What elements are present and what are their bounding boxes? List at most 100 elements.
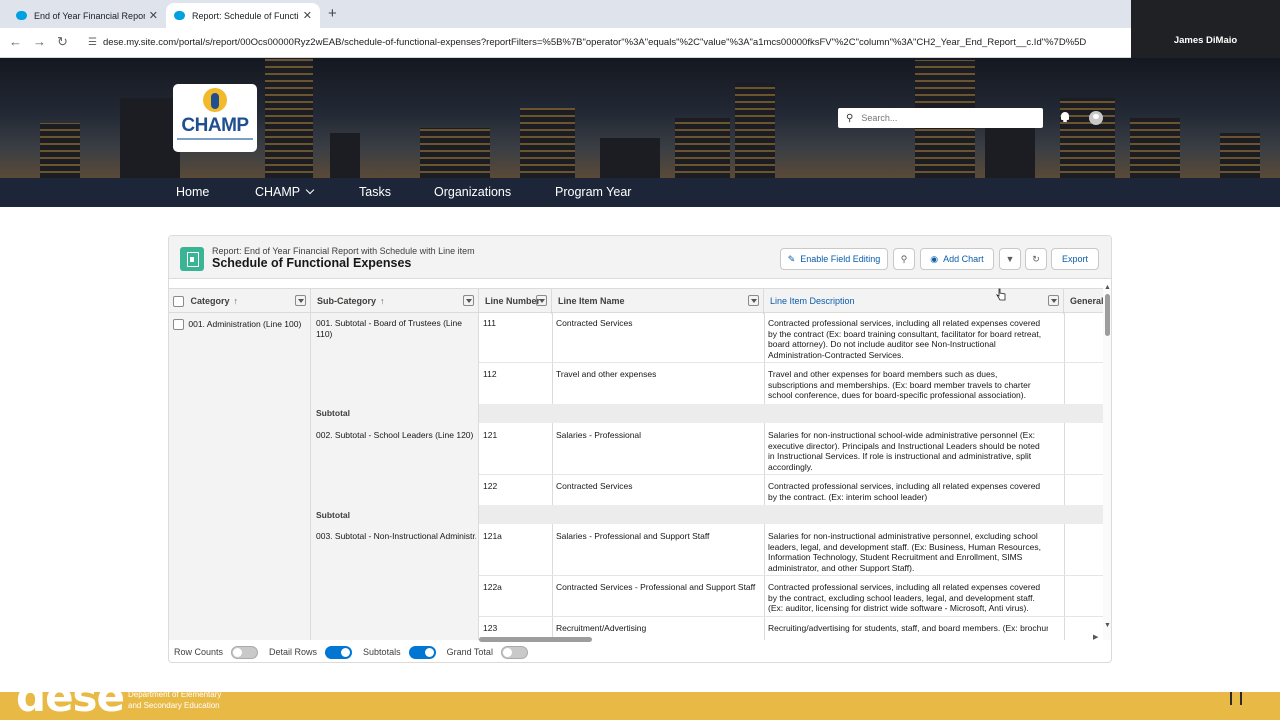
sort-ascending-icon: ↑ <box>380 296 385 306</box>
vertical-scrollbar[interactable]: ▲ ▼ <box>1103 284 1111 640</box>
filter-button[interactable]: ▼ <box>999 248 1021 270</box>
nav-organizations[interactable]: Organizations <box>434 178 511 207</box>
browser-tab-bar: End of Year Financial Report Su ✕ Report… <box>0 0 1131 28</box>
forward-arrow-icon[interactable]: → <box>33 34 46 49</box>
column-header-category[interactable]: Category ↑ <box>169 289 311 314</box>
line-item-description-cell: Contracted professional services, includ… <box>768 582 1041 614</box>
logo-tagline <box>177 138 253 140</box>
champ-logo[interactable]: CHAMP <box>173 84 257 152</box>
search-report-button[interactable]: ⚲ <box>893 248 915 270</box>
column-label: Line Item Name <box>558 296 625 306</box>
report-icon <box>180 247 204 271</box>
row-checkbox[interactable] <box>173 319 184 331</box>
column-menu-icon[interactable] <box>536 295 547 306</box>
subcategory-cell: 001. Subtotal - Board of Trustees (Line … <box>316 318 463 339</box>
toggle-row-counts[interactable]: Row Counts <box>174 645 259 659</box>
toggle-switch[interactable] <box>408 645 436 659</box>
column-menu-icon[interactable] <box>748 295 759 306</box>
toggle-switch[interactable] <box>500 645 528 659</box>
column-header-subcategory[interactable]: Sub-Category ↑ <box>311 289 479 314</box>
dese-logo[interactable]: dese <box>16 692 125 720</box>
category-group-column <box>169 313 311 640</box>
column-menu-icon[interactable] <box>295 295 306 306</box>
line-number-cell: 122 <box>483 481 498 491</box>
nav-champ[interactable]: CHAMP <box>255 178 315 207</box>
line-item-name-cell: Salaries - Professional <box>556 430 642 440</box>
column-menu-icon[interactable] <box>463 295 474 306</box>
column-header-line-number[interactable]: Line Number <box>479 289 552 314</box>
line-item-description-cell: Salaries for non-instructional school-wi… <box>768 430 1040 472</box>
toggle-grand-total[interactable]: Grand Total <box>447 645 528 659</box>
nav-tasks[interactable]: Tasks <box>359 178 391 207</box>
line-number-cell: 111 <box>483 318 496 328</box>
add-chart-label: Add Chart <box>943 254 984 264</box>
main-nav: Home CHAMP Tasks Organizations Program Y… <box>0 178 1280 207</box>
sort-ascending-icon: ↑ <box>233 296 239 306</box>
mouse-pointer-icon <box>996 288 1006 301</box>
close-tab-icon[interactable]: ✕ <box>303 9 312 22</box>
close-tab-icon[interactable]: ✕ <box>149 9 158 22</box>
select-all-checkbox[interactable] <box>173 296 184 308</box>
table-header: Category ↑ Sub-Category ↑ Line Number Line… <box>169 288 1103 314</box>
browser-tab-1[interactable]: End of Year Financial Report Su ✕ <box>8 3 166 28</box>
site-search-input[interactable]: ⚲ Search... <box>838 108 1043 128</box>
dese-org-line-1: Department of Elementary <box>128 692 222 699</box>
notification-bell-icon[interactable] <box>1059 111 1071 123</box>
chevron-down-icon <box>305 185 315 195</box>
column-label: Line Item Description <box>770 296 855 306</box>
scroll-up-arrow-icon[interactable]: ▲ <box>1104 284 1111 291</box>
back-arrow-icon[interactable]: ← <box>9 34 22 49</box>
refresh-button[interactable]: ↻ <box>1025 248 1047 270</box>
subtotal-label: Subtotal <box>316 408 350 418</box>
toggle-detail-rows[interactable]: Detail Rows <box>269 645 353 659</box>
line-item-name-cell: Contracted Services <box>556 318 633 328</box>
url-text: dese.my.site.com/portal/s/report/00Ocs00… <box>102 37 1087 48</box>
filter-icon: ▼ <box>1005 254 1015 264</box>
report-footer-toggles: Row Counts Detail Rows Subtotals Grand T… <box>169 640 1111 662</box>
line-item-description-cell: Salaries for non-instructional administr… <box>768 531 1041 573</box>
export-button[interactable]: Export <box>1051 248 1099 270</box>
search-placeholder: Search... <box>861 113 898 123</box>
line-item-name-cell: Travel and other expenses <box>556 369 657 379</box>
scroll-down-arrow-icon[interactable]: ▼ <box>1104 622 1111 629</box>
line-number-cell: 122a <box>483 582 502 592</box>
user-avatar[interactable] <box>1089 111 1103 125</box>
column-header-general[interactable]: General I <box>1064 289 1103 314</box>
subtotal-label: Subtotal <box>316 510 350 520</box>
toggle-subtotals[interactable]: Subtotals <box>363 645 436 659</box>
column-menu-icon[interactable] <box>1048 295 1059 306</box>
enable-field-editing-label: Enable Field Editing <box>800 254 881 264</box>
browser-tab-2[interactable]: Report: Schedule of Functional ✕ <box>166 3 320 28</box>
nav-champ-label: CHAMP <box>255 185 301 199</box>
new-tab-icon[interactable]: + <box>328 5 337 22</box>
subtotal-row <box>479 404 1103 423</box>
site-settings-icon[interactable]: ☰ <box>88 34 97 52</box>
refresh-icon: ↻ <box>1032 253 1040 264</box>
nav-program-year[interactable]: Program Year <box>555 178 631 207</box>
line-item-description-cell: Contracted professional services, includ… <box>768 481 1041 502</box>
nav-home[interactable]: Home <box>176 178 209 207</box>
line-item-description-cell: Contracted professional services, includ… <box>768 318 1042 360</box>
corner-mark-icon <box>1230 692 1242 705</box>
reload-icon[interactable]: ↻ <box>57 34 68 50</box>
url-field[interactable]: ☰ dese.my.site.com/portal/s/report/00Ocs… <box>88 34 1118 52</box>
column-header-line-item-name[interactable]: Line Item Name <box>552 289 764 314</box>
line-item-name-cell: Recruitment/Advertising <box>556 623 647 633</box>
dese-org-line-2: and Secondary Education <box>128 701 220 710</box>
line-item-description-cell: Recruiting/advertising for students, sta… <box>768 623 1048 633</box>
salesforce-cloud-icon <box>174 11 185 20</box>
add-chart-button[interactable]: ◉ Add Chart <box>920 248 994 270</box>
toggle-switch[interactable] <box>325 645 353 659</box>
column-label: Sub-Category <box>317 296 377 306</box>
line-item-name-cell: Salaries - Professional and Support Staf… <box>556 531 710 541</box>
report-header: Report: End of Year Financial Report wit… <box>169 236 1111 279</box>
report-title: Schedule of Functional Expenses <box>212 256 412 270</box>
enable-field-editing-button[interactable]: ✎ Enable Field Editing <box>780 248 888 270</box>
pencil-icon: ✎ <box>787 253 796 264</box>
column-header-line-item-description[interactable]: Line Item Description <box>764 289 1064 314</box>
vertical-scroll-thumb[interactable] <box>1105 294 1110 336</box>
category-cell: 001. Administration (Line 100) <box>173 319 308 331</box>
toggle-switch[interactable] <box>231 645 259 659</box>
user-name: James DiMaio <box>1173 35 1238 46</box>
subtotal-row <box>479 505 1103 524</box>
